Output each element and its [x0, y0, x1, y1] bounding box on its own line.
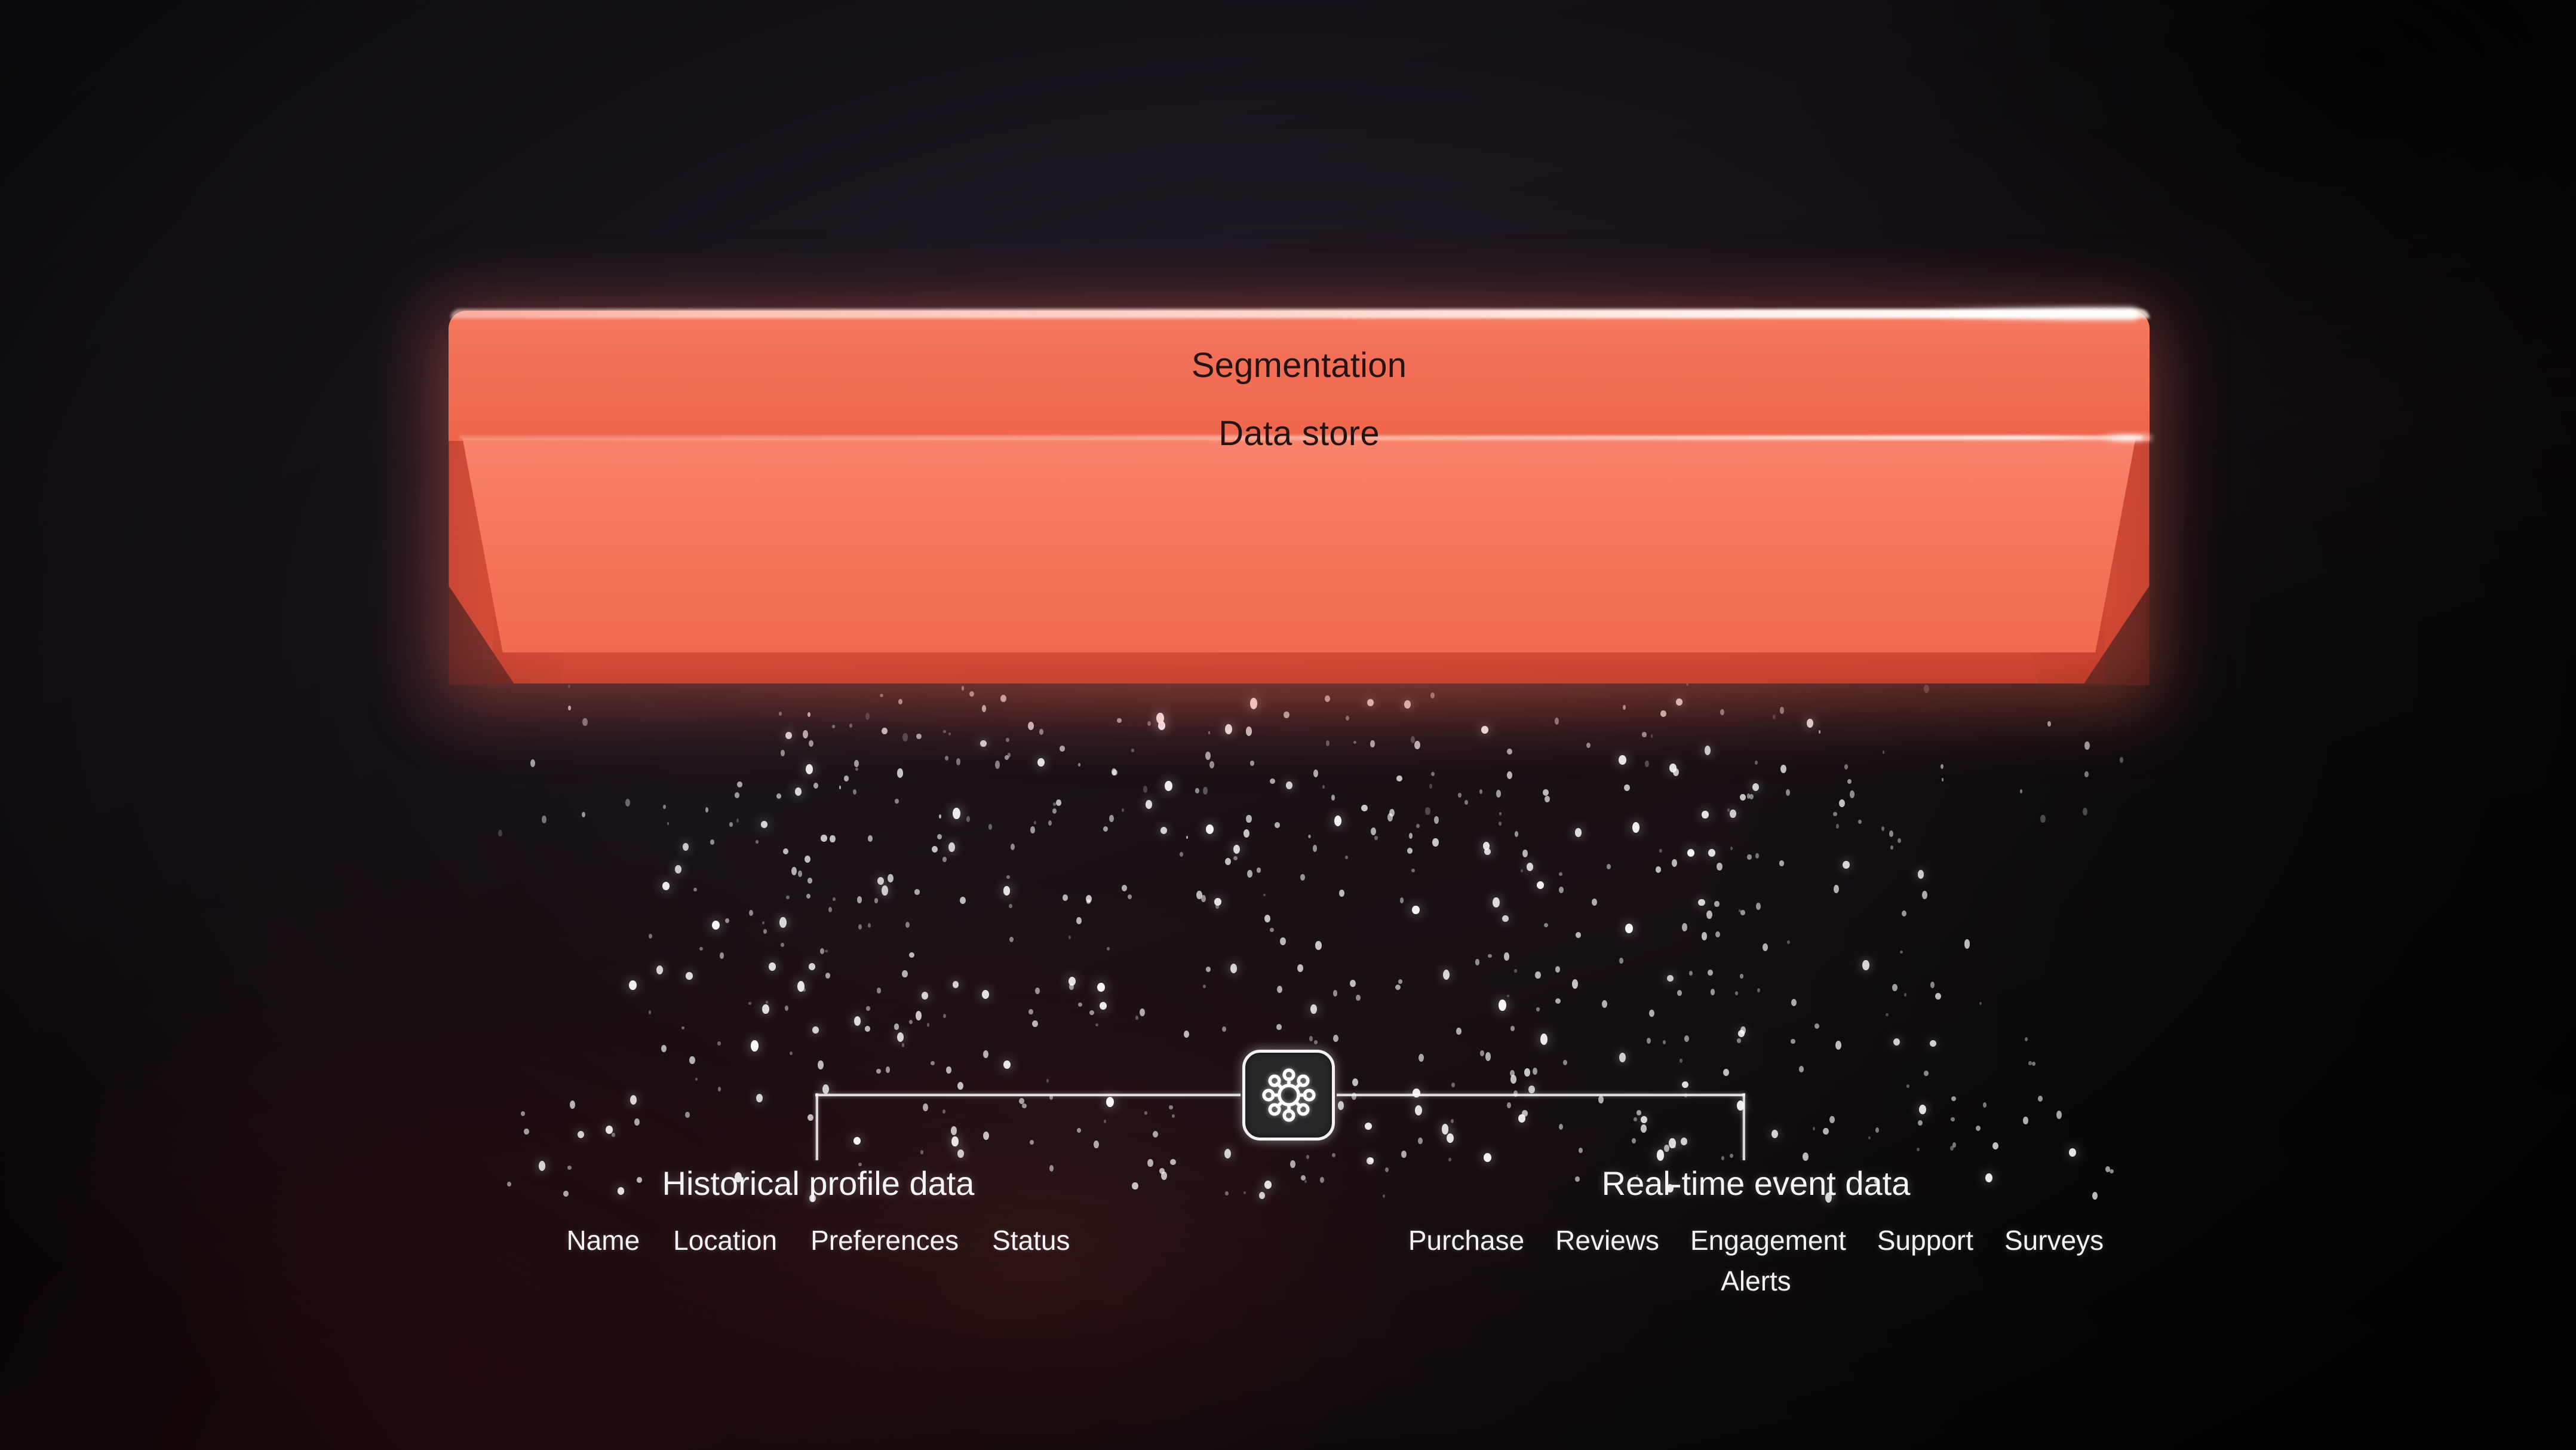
group-item-status: Status [992, 1225, 1070, 1256]
network-hub-icon [1257, 1063, 1321, 1127]
bracket-vertical-left [815, 1093, 818, 1160]
bracket-horizontal-left [815, 1093, 1241, 1096]
bracket-vertical-right [1742, 1093, 1745, 1160]
slab-top-rim-hotspot [1924, 308, 2139, 320]
group-title: Historical profile data [662, 1164, 975, 1202]
group-item-purchase: Purchase [1408, 1225, 1525, 1256]
background-warm-glow-mid [0, 0, 2576, 1450]
group-real-time-event-data: Real-time event data Purchase Reviews Enga… [1350, 1164, 2162, 1297]
slab-inner-face [462, 438, 2136, 653]
group-item-location: Location [673, 1225, 778, 1256]
group-item-preferences: Preferences [810, 1225, 959, 1256]
background-warm-glow-left [0, 0, 2576, 1450]
group-item-name: Name [566, 1225, 640, 1256]
particle-field [0, 0, 2576, 1450]
slab-top-rim-highlight [450, 309, 2150, 318]
data-store-label: Data store [1218, 413, 1380, 453]
group-item-list: Name Location Preferences Status [424, 1224, 1212, 1256]
background-base [0, 0, 2576, 1450]
background-vignette [0, 0, 2576, 1450]
group-item-surveys: Surveys [2004, 1225, 2104, 1256]
group-item-support: Support [1877, 1225, 1973, 1256]
group-item-engagement: Engagement [1690, 1225, 1846, 1256]
segmentation-data-store-block[interactable]: Segmentation Data store [442, 308, 2156, 693]
diagram-canvas: Segmentation Data store Historical profi… [0, 0, 2576, 1450]
group-item-reviews: Reviews [1555, 1225, 1659, 1256]
background-dark-right [0, 0, 2576, 1450]
bracket-horizontal-right [1337, 1093, 1745, 1096]
group-item-alerts: Alerts [1721, 1265, 1791, 1296]
group-title: Real-time event data [1601, 1164, 1911, 1202]
background-dark-top-right [0, 0, 2576, 1450]
group-item-list: Purchase Reviews Engagement Support Surveys A… [1371, 1224, 2141, 1297]
segmentation-label: Segmentation [1191, 345, 1407, 385]
group-historical-profile-data: Historical profile data Name Location Pref… [424, 1164, 1212, 1256]
network-hub-icon-container[interactable] [1242, 1050, 1335, 1141]
